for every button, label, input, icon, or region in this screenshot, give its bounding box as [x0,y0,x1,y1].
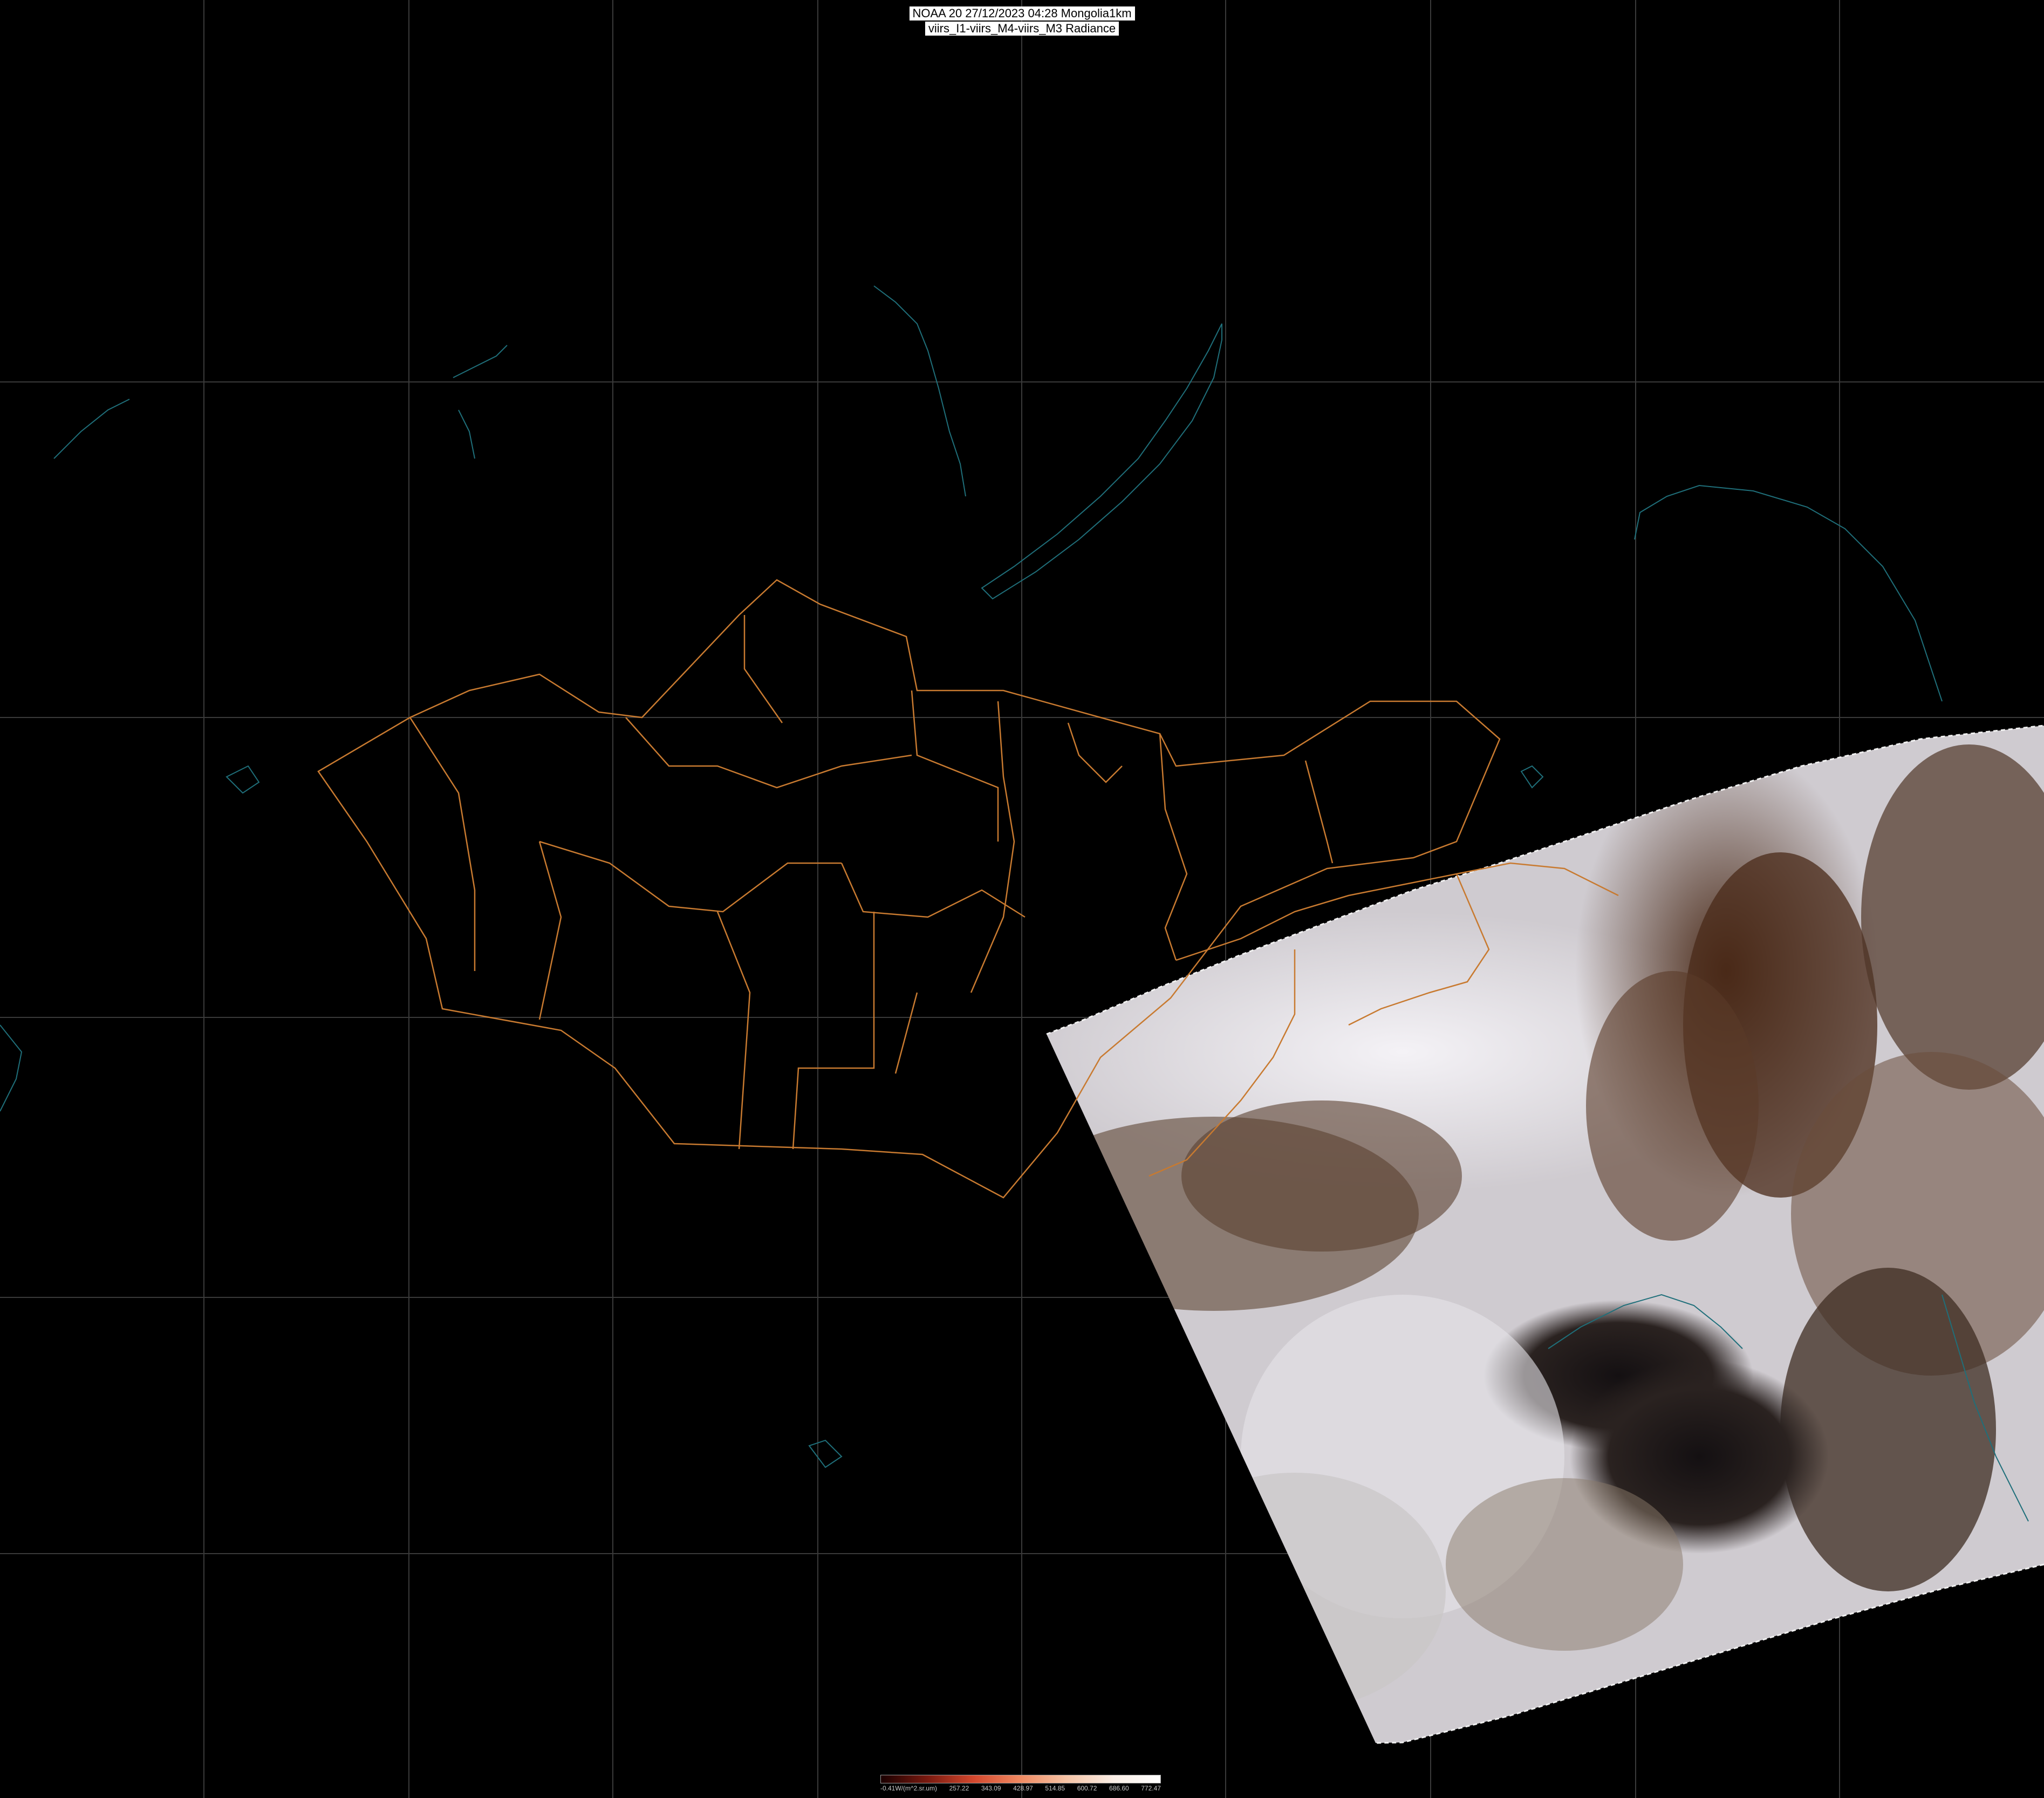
title-line-1: NOAA 20 27/12/2023 04:28 Mongolia1km [909,6,1135,20]
title-line-2: viirs_I1-viirs_M4-viirs_M3 Radiance [925,22,1119,36]
colorbar-label-6: 686.60 [1109,1785,1129,1792]
colorbar: -0.41W/(m^2.sr.um) 257.22 343.09 428.97 … [880,1775,1161,1794]
colorbar-labels: -0.41W/(m^2.sr.um) 257.22 343.09 428.97 … [880,1785,1161,1793]
colorbar-label-4: 514.85 [1045,1785,1065,1792]
satellite-map [0,0,2044,1798]
colorbar-label-3: 428.97 [1013,1785,1033,1792]
colorbar-label-7: 772.47 [1141,1785,1161,1792]
colorbar-gradient [880,1775,1161,1783]
colorbar-label-0: -0.41W/(m^2.sr.um) [880,1785,937,1792]
colorbar-label-5: 600.72 [1077,1785,1097,1792]
colorbar-label-2: 343.09 [981,1785,1001,1792]
colorbar-label-1: 257.22 [949,1785,969,1792]
map-title: NOAA 20 27/12/2023 04:28 Mongolia1km vii… [909,6,1135,36]
